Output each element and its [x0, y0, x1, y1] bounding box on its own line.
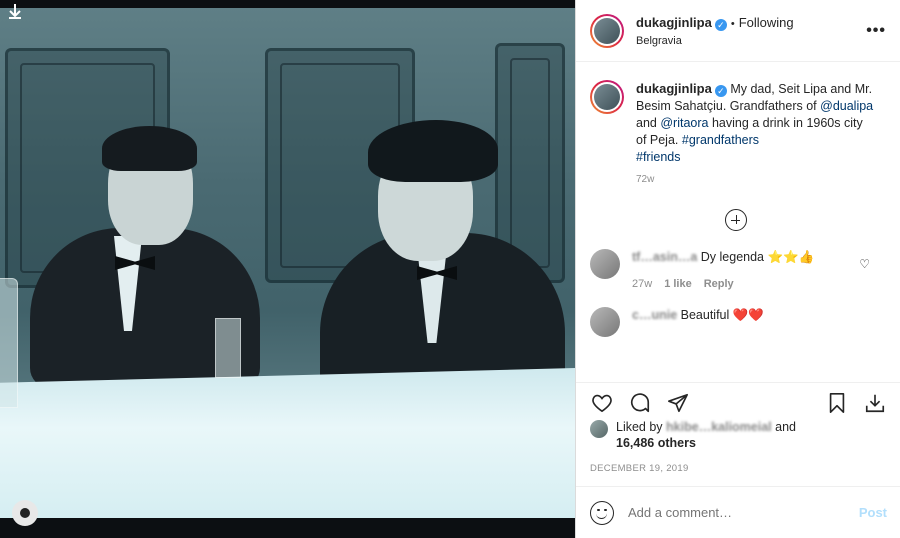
- heart-icon[interactable]: [590, 391, 614, 415]
- verified-badge-icon: ✓: [714, 85, 727, 97]
- user-tag-icon[interactable]: [12, 500, 38, 526]
- comment-meta: 27w 1 like Reply: [632, 276, 852, 293]
- liked-by-label: Liked by: [616, 420, 663, 434]
- man-right-hair: [368, 120, 498, 182]
- caption-username[interactable]: dukagjinlipa: [636, 81, 712, 96]
- post-location[interactable]: Belgravia: [636, 35, 794, 47]
- commenter-avatar[interactable]: [590, 249, 620, 279]
- author-avatar[interactable]: [590, 13, 624, 48]
- heart-icon[interactable]: ♡: [859, 257, 870, 271]
- post-button[interactable]: Post: [859, 505, 887, 520]
- separator-dot: •: [730, 18, 735, 30]
- download-icon[interactable]: [863, 391, 887, 415]
- likes-count[interactable]: 16,486 others: [616, 436, 796, 450]
- hashtag-link[interactable]: #grandfathers: [682, 133, 759, 147]
- author-avatar[interactable]: [590, 80, 624, 114]
- verified-badge-icon: ✓: [714, 19, 727, 31]
- commenter-username[interactable]: c…unie: [632, 308, 677, 322]
- drinking-glass: [215, 318, 241, 378]
- liker-avatar[interactable]: [590, 420, 608, 438]
- post-photo[interactable]: [0, 0, 575, 538]
- caption-age[interactable]: 72w: [636, 174, 900, 185]
- author-username[interactable]: dukagjinlipa: [636, 15, 712, 30]
- vintage-photo-print: [0, 8, 575, 518]
- post-header: dukagjinlipa ✓ • Following Belgravia •••: [576, 0, 900, 62]
- comment-text: Beautiful ❤️❤️: [677, 308, 764, 322]
- comment-text: Dy legenda ⭐⭐👍: [697, 250, 815, 264]
- hashtag-link[interactable]: #friends: [636, 150, 680, 164]
- instagram-post-viewer: dukagjinlipa ✓ • Following Belgravia ••• du…: [0, 0, 900, 538]
- and-label: and: [775, 420, 796, 434]
- caption-text: dukagjinlipa ✓ My dad, Seit Lipa and Mr. …: [636, 80, 876, 166]
- share-paper-plane-icon[interactable]: [666, 391, 690, 415]
- comment-bubble-icon[interactable]: [628, 391, 652, 415]
- action-bar: [576, 382, 900, 422]
- more-options-icon[interactable]: •••: [866, 22, 886, 40]
- commenter-avatar[interactable]: [590, 307, 620, 337]
- post-sidebar: dukagjinlipa ✓ • Following Belgravia ••• du…: [575, 0, 900, 538]
- mention-link[interactable]: @dualipa: [820, 99, 873, 113]
- download-arrow-icon[interactable]: [4, 2, 26, 24]
- comment-age[interactable]: 27w: [632, 278, 652, 290]
- caption-body: and: [636, 116, 661, 130]
- add-comment-bar: Post: [576, 486, 900, 538]
- emoji-smile-icon[interactable]: [590, 500, 614, 525]
- commenter-username[interactable]: tf…asin…a: [632, 250, 697, 264]
- man-left-hair: [102, 126, 197, 171]
- bookmark-icon[interactable]: [825, 391, 849, 415]
- likes-summary: Liked by hkibe…kaliomeial and 16,486 oth…: [590, 420, 796, 450]
- following-button[interactable]: Following: [739, 15, 794, 30]
- post-date[interactable]: DECEMBER 19, 2019: [590, 463, 689, 474]
- plus-circle-icon[interactable]: [725, 209, 747, 231]
- mention-link[interactable]: @ritaora: [660, 116, 708, 130]
- comment-item: tf…asin…a Dy legenda ⭐⭐👍 27w 1 like Reply …: [576, 249, 900, 293]
- liker-username[interactable]: hkibe…kaliomeial: [666, 420, 772, 434]
- comment-item: c…unie Beautiful ❤️❤️: [576, 307, 900, 337]
- bottle: [0, 278, 18, 408]
- caption: dukagjinlipa ✓ My dad, Seit Lipa and Mr. …: [576, 62, 900, 166]
- add-comment-input[interactable]: [628, 505, 859, 520]
- reply-button[interactable]: Reply: [704, 278, 734, 290]
- comment-likes[interactable]: 1 like: [664, 278, 692, 290]
- tablecloth: [0, 368, 575, 518]
- comments-list: tf…asin…a Dy legenda ⭐⭐👍 27w 1 like Reply …: [576, 249, 900, 345]
